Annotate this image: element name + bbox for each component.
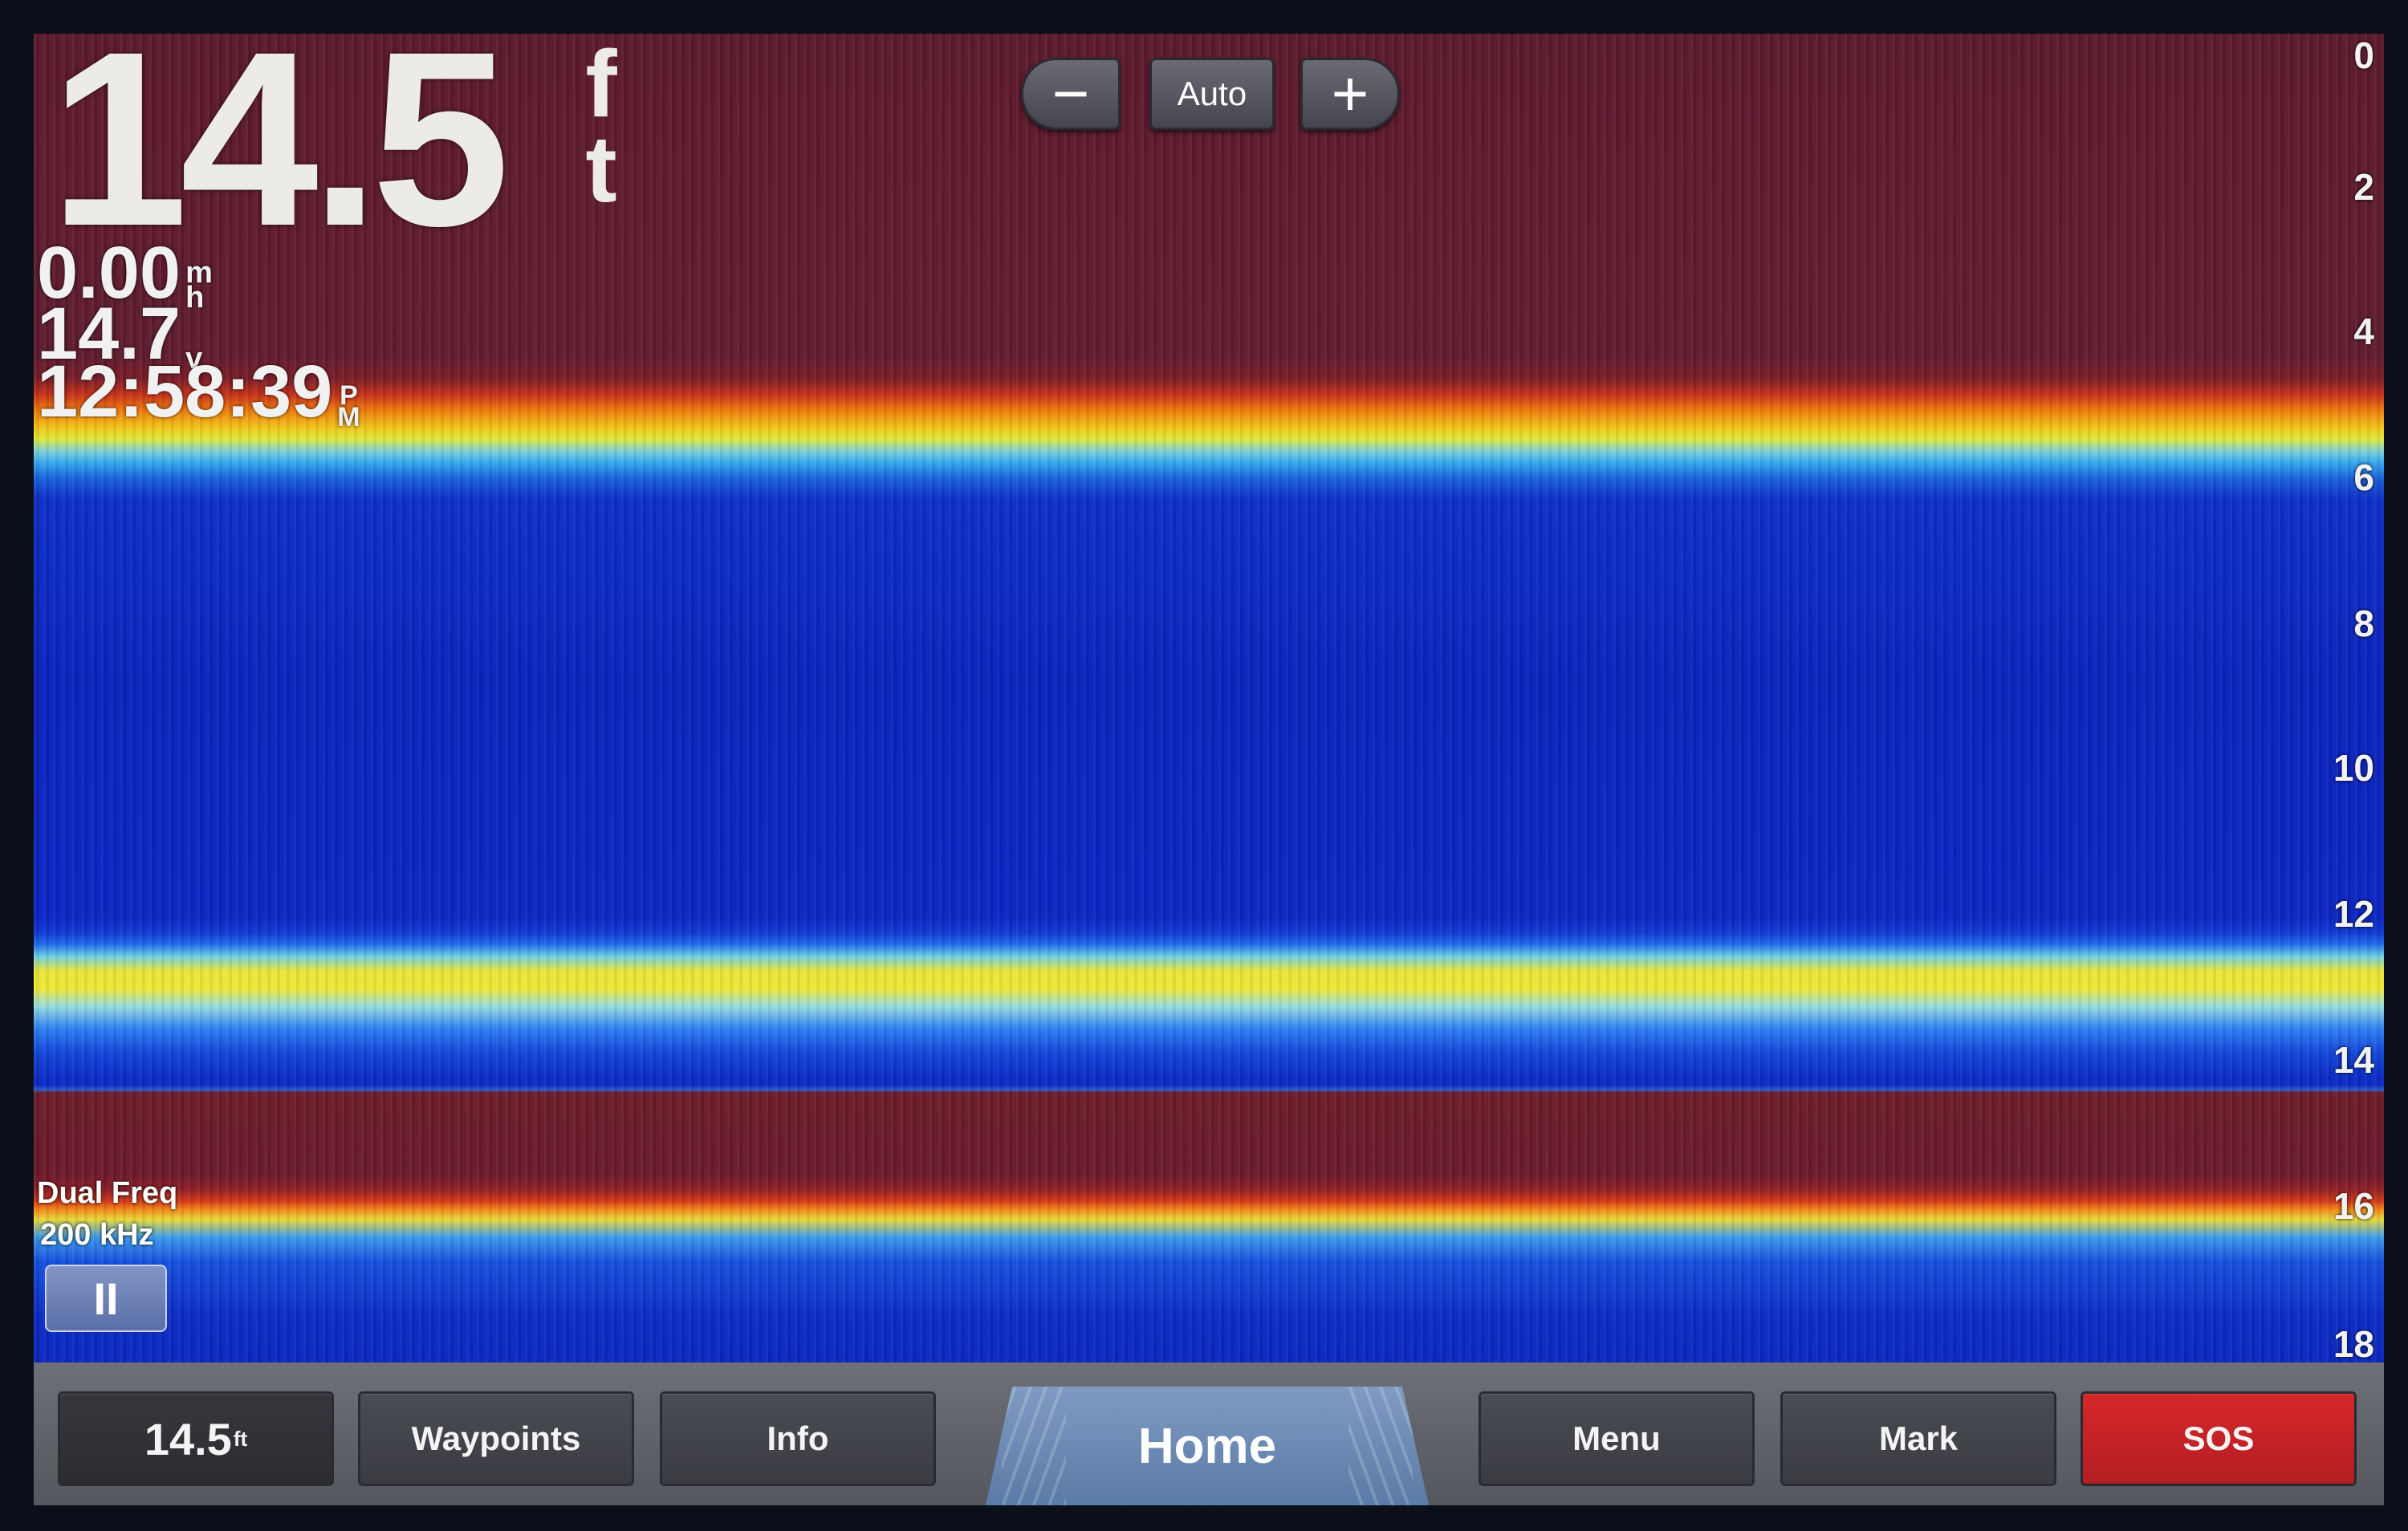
pause-icon: II (93, 1273, 119, 1324)
depth-tick: 18 (2333, 1323, 2374, 1362)
depth-tick: 4 (2353, 311, 2374, 352)
pause-button[interactable]: II (45, 1265, 167, 1332)
time-value: 12:58:39 (37, 351, 333, 432)
home-tab-stripes-right (1348, 1387, 1413, 1505)
depth-data-value: 14.5 (144, 1413, 232, 1464)
depth-tick: 2 (2353, 166, 2374, 208)
home-label: Home (1137, 1418, 1277, 1474)
sonar-screen: 0 2 4 6 8 10 12 14 16 18 14.5 f t 0.00 m h… (34, 34, 2384, 1505)
gain-decrease-button[interactable]: − (1021, 58, 1121, 130)
sonar-mode-label: Dual Freq (37, 1176, 178, 1210)
home-button[interactable]: Home (986, 1387, 1429, 1505)
waypoints-button[interactable]: Waypoints (358, 1391, 634, 1486)
depth-unit-bottom: t (585, 116, 617, 223)
home-tab-stripes-left (1002, 1387, 1066, 1505)
minus-icon: − (1051, 58, 1090, 129)
bottom-nav-bar: 14.5 ft Waypoints Info Home Menu Mark SOS (34, 1362, 2384, 1505)
mark-button[interactable]: Mark (1780, 1391, 2056, 1486)
depth-data-button[interactable]: 14.5 ft (58, 1391, 334, 1486)
depth-tick: 8 (2353, 603, 2374, 644)
depth-tick: 0 (2353, 35, 2374, 76)
gain-auto-button[interactable]: Auto (1149, 58, 1275, 130)
depth-tick: 6 (2353, 457, 2374, 498)
depth-readout: 14.5 (50, 34, 510, 278)
time-unit-bottom: M (337, 401, 360, 432)
time-readout: 12:58:39 P M (37, 355, 360, 431)
depth-unit: f t (573, 34, 629, 223)
depth-tick: 14 (2333, 1039, 2374, 1081)
depth-tick: 16 (2333, 1185, 2374, 1227)
depth-tick: 12 (2333, 893, 2374, 935)
gain-increase-button[interactable]: + (1300, 58, 1400, 130)
time-unit: PM (337, 382, 360, 431)
depth-unit-top: f (585, 34, 617, 137)
sonar-frequency-label: 200 kHz (40, 1218, 154, 1252)
depth-tick: 10 (2333, 747, 2374, 789)
info-button[interactable]: Info (660, 1391, 936, 1486)
sos-button[interactable]: SOS (2081, 1391, 2357, 1486)
sonar-display[interactable]: 0 2 4 6 8 10 12 14 16 18 14.5 f t 0.00 m h… (34, 34, 2384, 1362)
menu-button[interactable]: Menu (1479, 1391, 1755, 1486)
plus-icon: + (1331, 58, 1369, 129)
depth-data-unit: ft (233, 1426, 248, 1451)
